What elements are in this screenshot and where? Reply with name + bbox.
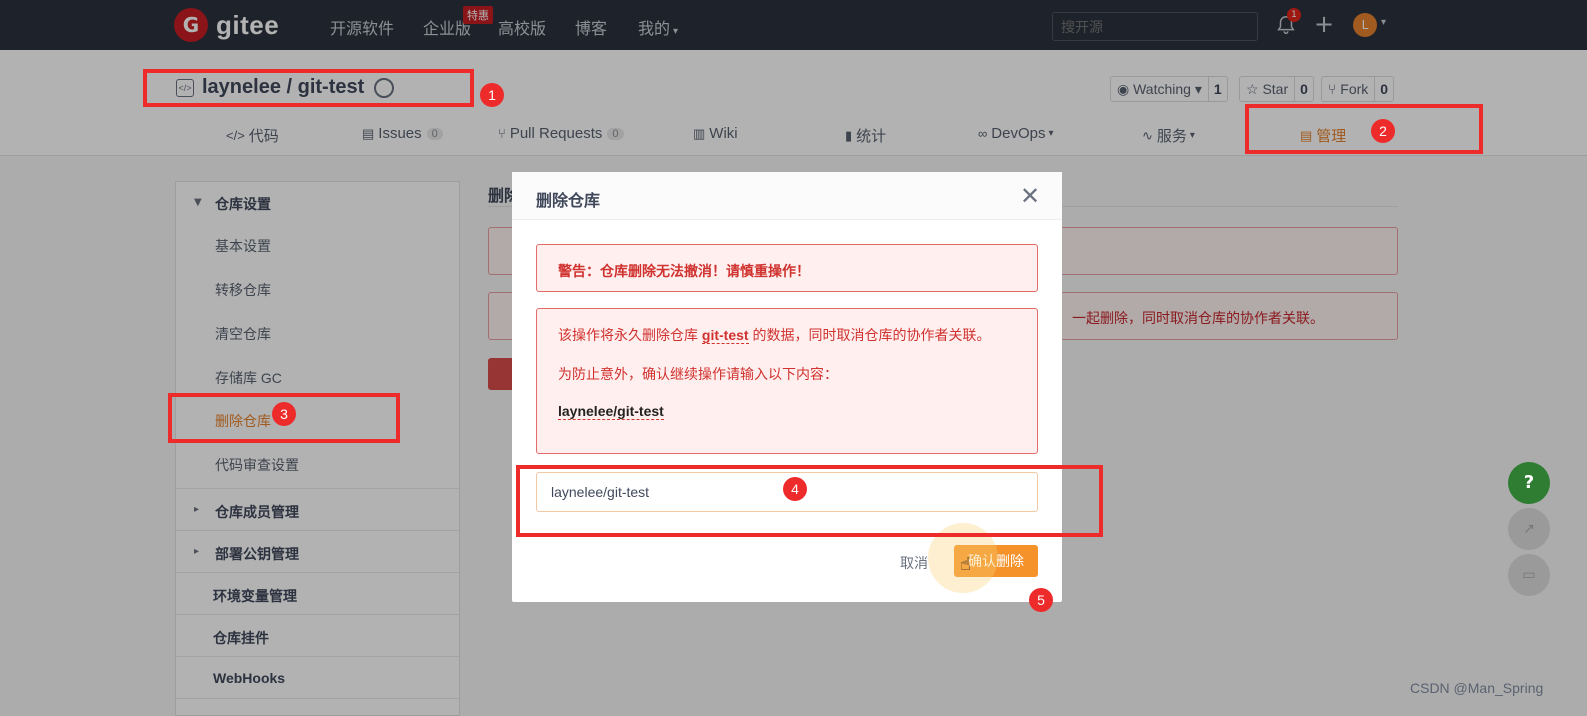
chat-icon[interactable]: ▭ [1508,554,1550,596]
close-icon[interactable]: ✕ [1020,182,1040,210]
confirm-prompt-text: 为防止意外，确认继续操作请输入以下内容： [558,366,838,382]
warning-text: 警告：仓库删除无法撤消！请慎重操作！ [558,263,810,279]
annotation-box-2 [1245,104,1483,154]
annotation-marker-5: 5 [1029,588,1053,612]
share-icon[interactable]: ↗ [1508,508,1550,550]
modal-title: 删除仓库 [536,193,601,210]
annotation-marker-2: 2 [1371,119,1395,143]
watermark: CSDN @Man_Spring [1410,680,1544,696]
repo-name-highlight: git-test [701,327,749,344]
info-text: 该操作将永久删除仓库 git-test 的数据，同时取消仓库的协作者关联。 [558,327,991,344]
annotation-marker-3: 3 [272,402,296,426]
annotation-box-1 [143,69,474,107]
help-button[interactable]: ? [1508,462,1550,504]
annotation-box-4 [516,465,1103,537]
annotation-marker-1: 1 [480,83,504,107]
cancel-button[interactable]: 取消 [900,553,928,573]
hand-cursor-icon: ☝ [960,554,971,575]
confirm-target-text: laynelee/git-test [558,403,664,420]
annotation-marker-4: 4 [783,477,807,501]
